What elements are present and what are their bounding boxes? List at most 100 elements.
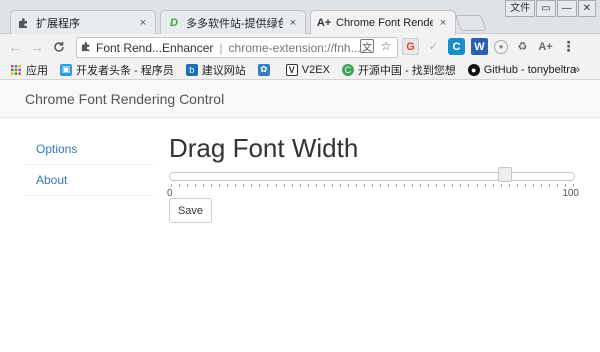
- slider-tick: [219, 184, 221, 187]
- google-ext-icon[interactable]: G: [402, 38, 419, 55]
- star-icon[interactable]: ☆: [378, 37, 394, 55]
- menu-icon[interactable]: ⋮: [560, 38, 577, 55]
- page-heading: Drag Font Width: [169, 133, 359, 163]
- slider-tick: [516, 184, 518, 187]
- tab-close-icon[interactable]: ×: [287, 17, 299, 29]
- address-bar[interactable]: Font Rend...Enhancer | chrome-extension:…: [76, 37, 398, 58]
- circle-ext-icon[interactable]: ●: [494, 39, 508, 54]
- close-window-button[interactable]: ✕: [577, 0, 596, 17]
- slider-tick: [380, 184, 382, 187]
- slider-tick: [540, 184, 542, 187]
- bookmark-apps[interactable]: 应用: [10, 62, 48, 78]
- font-width-slider[interactable]: 0 100: [167, 167, 579, 202]
- slider-tick: [524, 184, 526, 187]
- new-tab-button[interactable]: [455, 15, 487, 31]
- toutiao-icon: ▣: [60, 63, 72, 76]
- tab-close-icon[interactable]: ×: [137, 17, 149, 29]
- github-icon: ●: [467, 63, 480, 76]
- bookmark-baidu[interactable]: ✿: [257, 63, 274, 76]
- bookmark-label: V2EX: [301, 63, 330, 76]
- nav-item-about[interactable]: About: [24, 165, 154, 196]
- slider-tick: [243, 184, 245, 187]
- slider-track[interactable]: [169, 172, 575, 181]
- file-menu-button[interactable]: 文件: [505, 0, 536, 17]
- slider-tick: [573, 184, 574, 187]
- slider-tick: [484, 184, 486, 187]
- slider-tick: [548, 184, 550, 187]
- recycle-ext-icon[interactable]: ♻: [514, 38, 531, 55]
- slider-handle[interactable]: [498, 167, 513, 182]
- slider-tick: [556, 184, 558, 187]
- extension-icons: G ✓ C W ● ♻ A+ ⋮: [402, 38, 577, 55]
- bookmark-github[interactable]: ● GitHub - tonybeltra: [467, 63, 577, 76]
- slider-tick: [444, 184, 446, 187]
- site-d-icon: D: [170, 16, 178, 29]
- reload-icon[interactable]: [48, 36, 70, 58]
- slider-tick: [315, 184, 317, 187]
- slider-tick: [428, 184, 430, 187]
- font-a-icon: A+: [316, 17, 332, 29]
- forward-arrow-icon[interactable]: →: [26, 36, 48, 58]
- baidu-paw-icon: ✿: [257, 63, 270, 76]
- crescent-ext-icon[interactable]: C: [448, 38, 465, 55]
- slider-tick: [355, 184, 357, 187]
- save-button[interactable]: Save: [169, 198, 212, 223]
- bookmarks-overflow-button[interactable]: »: [573, 62, 580, 76]
- slider-tick: [347, 184, 349, 187]
- translate-icon[interactable]: 文: [360, 39, 374, 54]
- site-name: Font Rend...Enhancer: [96, 40, 214, 55]
- slider-tick: [460, 184, 462, 187]
- bookmark-label: 应用: [26, 64, 48, 77]
- main-content: Drag Font Width 0 100 Save: [167, 130, 579, 223]
- bookmarks-bar: 应用 ▣ 开发者头条 - 程序员 b 建议网站 ✿ V V2EX C 开源中国 …: [0, 60, 600, 80]
- slider-tick: [195, 184, 197, 187]
- bookmark-toutiao[interactable]: ▣ 开发者头条 - 程序员: [60, 62, 174, 78]
- slider-tick: [259, 184, 261, 187]
- tab-title: 多多软件站-提供绿色软: [186, 17, 283, 30]
- bookmark-v2ex[interactable]: V V2EX: [285, 63, 330, 76]
- slider-tick: [363, 184, 365, 187]
- slider-max-label: 100: [562, 188, 579, 199]
- tab-extensions[interactable]: 扩展程序 ×: [10, 10, 156, 34]
- slider-tick: [171, 184, 172, 187]
- slider-tick: [299, 184, 301, 187]
- restore-button[interactable]: ▭: [536, 0, 556, 17]
- tab-font-rendering[interactable]: A+ Chrome Font Rendering ×: [310, 10, 456, 35]
- tab-ddooo[interactable]: D 多多软件站-提供绿色软 ×: [160, 10, 306, 34]
- tab-title: 扩展程序: [36, 17, 80, 30]
- title-bar: 扩展程序 × D 多多软件站-提供绿色软 × A+ Chrome Font Re…: [0, 0, 600, 35]
- side-nav: Options About: [24, 134, 154, 196]
- slider-tick: [452, 184, 454, 187]
- page-brand[interactable]: Chrome Font Rendering Control: [25, 91, 224, 107]
- slider-tick: [500, 184, 502, 187]
- bookmark-suggested-sites[interactable]: b 建议网站: [185, 62, 246, 78]
- bookmark-label: GitHub - tonybeltra: [483, 63, 577, 76]
- slider-tick: [420, 184, 422, 187]
- slider-tick: [372, 184, 373, 187]
- window-controls: 文件 ▭ — ✕: [505, 0, 596, 17]
- slider-tick: [187, 184, 189, 187]
- bookmark-label: 开发者头条 - 程序员: [76, 64, 174, 77]
- url-text: chrome-extension://fnh...: [228, 40, 361, 55]
- apps-grid-icon: [10, 64, 22, 76]
- slider-tick: [179, 184, 181, 187]
- bookmark-oschina[interactable]: C 开源中国 - 找到您想: [341, 62, 456, 78]
- slider-tick: [235, 184, 237, 187]
- bing-icon: b: [185, 63, 198, 76]
- font-rendering-ext-icon[interactable]: A+: [537, 38, 554, 55]
- slider-tick: [476, 184, 478, 187]
- slider-tick: [436, 184, 438, 187]
- slider-tick: [331, 184, 333, 187]
- check-ext-icon[interactable]: ✓: [425, 38, 442, 55]
- word-ext-icon[interactable]: W: [471, 38, 488, 55]
- slider-tick: [275, 184, 277, 187]
- slider-tick: [203, 184, 205, 187]
- omnibox-actions: 文 ☆: [360, 37, 394, 55]
- tab-close-icon[interactable]: ×: [437, 17, 449, 29]
- slider-tick: [283, 184, 285, 187]
- tab-title: Chrome Font Rendering: [336, 17, 433, 29]
- minimize-button[interactable]: —: [556, 0, 577, 17]
- back-arrow-icon[interactable]: ←: [4, 36, 26, 58]
- slider-tick: [251, 184, 253, 187]
- nav-item-options[interactable]: Options: [24, 134, 154, 165]
